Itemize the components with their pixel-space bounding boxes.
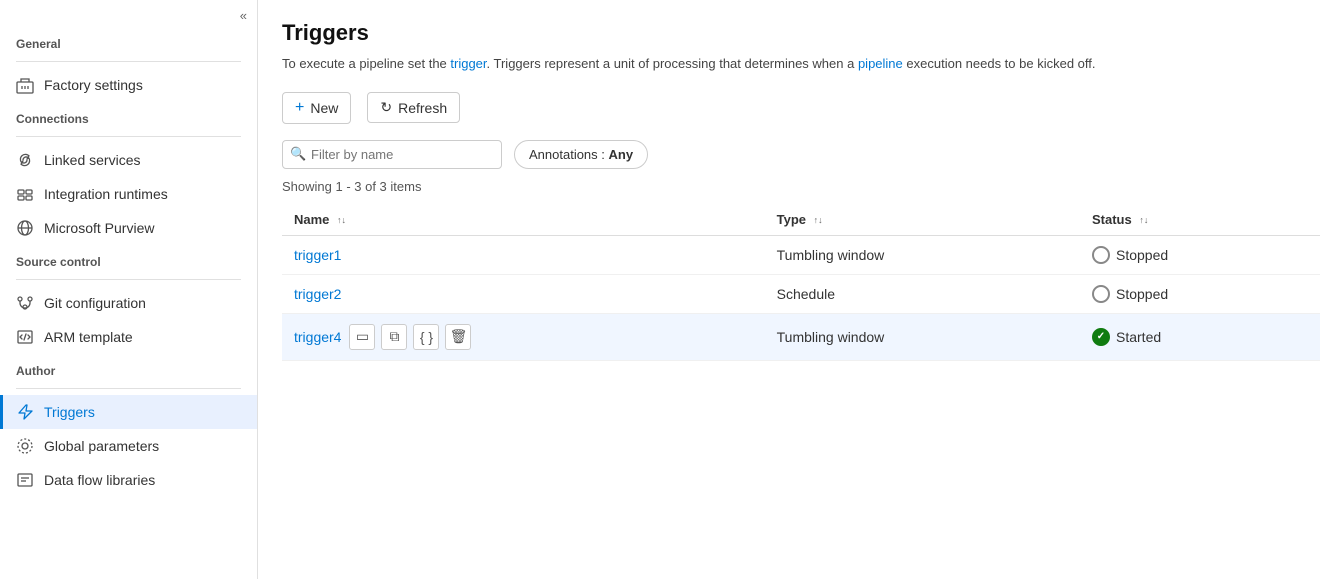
link-icon [16,151,34,169]
filter-input[interactable] [282,140,502,169]
section-label-source-control: Source control [0,245,257,273]
status-text: Stopped [1116,286,1168,302]
sidebar-item-triggers[interactable]: Triggers [0,395,257,429]
status-dot-stopped [1092,285,1110,303]
section-label-connections: Connections [0,102,257,130]
refresh-label: Refresh [398,100,447,116]
trigger-link-trigger2[interactable]: trigger2 [294,286,341,302]
table-cell-status: Stopped [1080,235,1320,274]
json-icon[interactable]: { } [413,324,439,350]
sidebar-item-arm-template[interactable]: ARM template [0,320,257,354]
status-badge: Stopped [1092,246,1308,264]
table-cell-type: Tumbling window [765,235,1080,274]
divider-author [16,388,241,389]
delete-icon[interactable]: 🗑 [445,324,471,350]
search-icon: 🔍 [290,146,306,162]
table-row: trigger4 ▭⧉{ }🗑 Tumbling window Started [282,313,1320,360]
desc-highlight-pipeline: pipeline [858,56,903,71]
divider-source-control [16,279,241,280]
status-text: Started [1116,329,1161,345]
trigger-link-trigger4[interactable]: trigger4 [294,329,341,345]
purview-icon [16,219,34,237]
col-header-status[interactable]: Status ↑↓ [1080,204,1320,236]
table-row: trigger2 Schedule Stopped [282,274,1320,313]
sidebar-item-data-flow-libraries-label: Data flow libraries [44,472,155,488]
new-icon: + [295,99,304,117]
sidebar-item-git-configuration[interactable]: Git configuration [0,286,257,320]
col-header-type[interactable]: Type ↑↓ [765,204,1080,236]
desc-highlight-trigger: trigger [450,56,486,71]
sidebar: « General Factory settings Connections L… [0,0,258,579]
main-content: Triggers To execute a pipeline set the t… [258,0,1344,579]
status-text: Stopped [1116,247,1168,263]
table-cell-name: trigger2 [282,274,765,313]
trigger-icon [16,403,34,421]
git-icon [16,294,34,312]
section-label-general: General [0,27,257,55]
sidebar-item-arm-template-label: ARM template [44,329,133,345]
sidebar-item-microsoft-purview-label: Microsoft Purview [44,220,154,236]
params-icon [16,437,34,455]
sidebar-item-global-parameters[interactable]: Global parameters [0,429,257,463]
new-button[interactable]: + New [282,92,351,124]
factory-icon [16,76,34,94]
table-cell-type: Schedule [765,274,1080,313]
sidebar-item-integration-runtimes[interactable]: Integration runtimes [0,177,257,211]
col-type-label: Type [777,212,806,227]
sort-icon-type: ↑↓ [814,216,823,225]
divider-connections [16,136,241,137]
sidebar-item-factory-settings[interactable]: Factory settings [0,68,257,102]
table-cell-type: Tumbling window [765,313,1080,360]
sidebar-item-triggers-label: Triggers [44,404,95,420]
table-cell-name: trigger4 ▭⧉{ }🗑 [282,313,765,360]
filter-input-wrap: 🔍 [282,140,502,169]
sidebar-item-factory-settings-label: Factory settings [44,77,143,93]
new-label: New [310,100,338,116]
sidebar-item-linked-services[interactable]: Linked services [0,143,257,177]
col-status-label: Status [1092,212,1132,227]
arm-icon [16,328,34,346]
table-row: trigger1 Tumbling window Stopped [282,235,1320,274]
sidebar-item-linked-services-label: Linked services [44,152,141,168]
triggers-table: Name ↑↓ Type ↑↓ Status ↑↓ trigger1 Tumbli… [282,204,1320,361]
sidebar-item-microsoft-purview[interactable]: Microsoft Purview [0,211,257,245]
count-text: Showing 1 - 3 of 3 items [282,179,1320,194]
status-badge: Stopped [1092,285,1308,303]
divider-general [16,61,241,62]
page-description: To execute a pipeline set the trigger. T… [282,54,1320,74]
status-badge: Started [1092,328,1308,346]
sidebar-collapse-btn[interactable]: « [0,0,257,27]
annotations-label: Annotations [529,147,598,162]
table-cell-status: Started [1080,313,1320,360]
section-label-author: Author [0,354,257,382]
sidebar-item-global-parameters-label: Global parameters [44,438,159,454]
toolbar: + New ↻ Refresh [282,92,1320,124]
row-actions: ▭⧉{ }🗑 [349,324,471,350]
copy-icon[interactable]: ⧉ [381,324,407,350]
col-name-label: Name [294,212,329,227]
page-title: Triggers [282,20,1320,46]
sort-icon-name: ↑↓ [337,216,346,225]
table-header-row: Name ↑↓ Type ↑↓ Status ↑↓ [282,204,1320,236]
table-cell-status: Stopped [1080,274,1320,313]
filter-row: 🔍 Annotations : Any [282,140,1320,169]
table-cell-name: trigger1 [282,235,765,274]
annotations-value: Any [609,147,634,162]
integration-icon [16,185,34,203]
sidebar-item-git-configuration-label: Git configuration [44,295,146,311]
sort-icon-status: ↑↓ [1139,216,1148,225]
status-dot-started [1092,328,1110,346]
refresh-icon: ↻ [380,99,392,116]
refresh-button[interactable]: ↻ Refresh [367,92,460,123]
col-header-name[interactable]: Name ↑↓ [282,204,765,236]
status-dot-stopped [1092,246,1110,264]
sidebar-item-integration-runtimes-label: Integration runtimes [44,186,168,202]
library-icon [16,471,34,489]
annotations-button[interactable]: Annotations : Any [514,140,648,169]
trigger-link-trigger1[interactable]: trigger1 [294,247,341,263]
sidebar-item-data-flow-libraries[interactable]: Data flow libraries [0,463,257,497]
clone-icon[interactable]: ▭ [349,324,375,350]
